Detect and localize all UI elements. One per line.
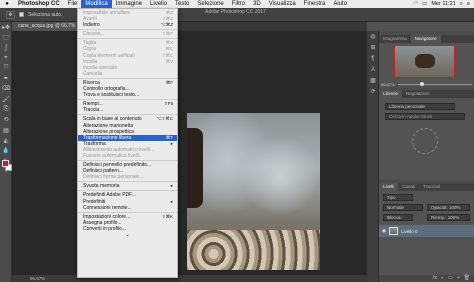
- menu-modifica[interactable]: Modifica: [81, 0, 112, 8]
- tab-channels[interactable]: Canali: [398, 183, 419, 191]
- canvas-area[interactable]: [12, 31, 367, 275]
- toolbar: ▸✥ ⬚ ʃ ⌖ ⤧ ✒ ⌫ 🖌 ⎘ ⟲ ▤ ◭ 💧 ✎ T: [0, 22, 12, 282]
- layer-thumbnail: [388, 227, 398, 235]
- search-icon[interactable]: ⌕: [460, 1, 463, 8]
- layers-panel: Livelli Canali Tracciati Tipo Normale Op…: [379, 183, 474, 282]
- menu-scroll-down-icon[interactable]: ⌄: [78, 232, 177, 238]
- navigator-thumbnail[interactable]: [394, 45, 455, 78]
- marquee-icon[interactable]: ⬚: [0, 32, 12, 42]
- menu-testo[interactable]: Testo: [171, 0, 193, 8]
- library-search-input[interactable]: Cerca in Adobe Stock: [385, 113, 465, 120]
- thumbnail-dog-shape: [415, 54, 435, 68]
- wifi-icon[interactable]: ◠: [413, 1, 418, 7]
- new-layer-icon[interactable]: +: [457, 275, 460, 282]
- menu-immagine[interactable]: Immagine: [112, 0, 146, 8]
- photo-dog-in-water[interactable]: [187, 113, 320, 270]
- menu-finestra[interactable]: Finestra: [300, 0, 330, 8]
- menu-bar: ● Photoshop CC File Modifica Immagine Li…: [0, 0, 474, 8]
- menu-3d[interactable]: 3D: [249, 0, 265, 8]
- fill-field[interactable]: Riemp.: 100%: [427, 214, 470, 221]
- menu-item-shortcut: [173, 226, 177, 232]
- eraser-icon[interactable]: ▤: [0, 125, 12, 135]
- layers-tabs: Livelli Canali Tracciati: [379, 183, 474, 191]
- document-tabs: cane_acqua.jpg @ 66,7%: [12, 22, 367, 31]
- brush-icon[interactable]: 🖌: [0, 94, 12, 104]
- fx-icon[interactable]: fx: [433, 275, 437, 282]
- properties-panel-icon[interactable]: ▦: [367, 75, 379, 86]
- character-panel-icon[interactable]: A: [367, 64, 379, 75]
- navigator-panel: Istogramma Navigatore 66,67%: [379, 35, 474, 87]
- trash-icon[interactable]: 🗑: [464, 275, 470, 282]
- menu-aiuto[interactable]: Aiuto: [329, 0, 351, 8]
- blur-icon[interactable]: 💧: [0, 146, 12, 156]
- adjustment-icon[interactable]: ◐: [441, 275, 444, 282]
- library-empty-icon: [412, 128, 438, 154]
- battery-icon[interactable]: ▭: [422, 1, 427, 7]
- menu-app[interactable]: Photoshop CC: [14, 0, 64, 8]
- layers-footer: fx ◐ ▭ + 🗑: [379, 275, 474, 282]
- crop-icon[interactable]: ⤧: [0, 63, 12, 73]
- tab-layers[interactable]: Livelli: [379, 183, 399, 191]
- auto-select-checkbox[interactable]: [19, 12, 24, 17]
- eye-icon[interactable]: ◉: [382, 228, 386, 234]
- auto-select-label: Seleziona auto.: [28, 11, 63, 18]
- status-area: ◠ ▭ Mer 11:21 ⌕ ≡: [413, 1, 474, 8]
- list-icon[interactable]: ≡: [467, 1, 470, 7]
- libraries-tabs: Librerie Regolazioni: [379, 90, 474, 98]
- history-panel-icon[interactable]: ⟳: [367, 86, 379, 97]
- lasso-icon[interactable]: ʃ: [0, 43, 12, 53]
- library-select[interactable]: Libreria personale: [385, 103, 455, 110]
- layer-kind-filter[interactable]: Tipo: [383, 194, 413, 201]
- navigator-zoom: 66,67%: [381, 81, 472, 87]
- clock[interactable]: Mer 11:21: [431, 1, 455, 7]
- menu-livello[interactable]: Livello: [146, 0, 171, 8]
- navigator-zoom-value: 66,67%: [381, 81, 395, 87]
- move-icon[interactable]: ▸✥: [0, 22, 12, 32]
- layer-row[interactable]: ◉ Livello 0: [379, 225, 474, 237]
- opacity-field[interactable]: Opacità: 100%: [427, 204, 470, 211]
- color-panel-icon[interactable]: ◍: [367, 31, 379, 42]
- menu-item[interactable]: Converti in profilo...: [78, 226, 177, 232]
- stamp-icon[interactable]: ⎘: [0, 104, 12, 114]
- menu-file[interactable]: File: [64, 0, 82, 8]
- gradient-icon[interactable]: ◭: [0, 135, 12, 145]
- group-icon[interactable]: ▭: [448, 275, 453, 282]
- panel-icon-strip: ◍ ⊞ ¶ A ▦ ⟳: [367, 31, 379, 282]
- menu-item-label: Converti in profilo...: [83, 225, 127, 232]
- zoom-slider[interactable]: [397, 81, 472, 86]
- move-tool-icon[interactable]: ✥: [6, 10, 15, 19]
- menu-visualizza[interactable]: Visualizza: [265, 0, 300, 8]
- tab-navigator[interactable]: Navigatore: [410, 35, 441, 43]
- paragraph-panel-icon[interactable]: ¶: [367, 53, 379, 64]
- healing-icon[interactable]: ⌫: [0, 84, 12, 94]
- status-bar: 66,67%: [12, 275, 367, 282]
- document-tab[interactable]: cane_acqua.jpg @ 66,7%: [12, 22, 82, 31]
- history-brush-icon[interactable]: ⟲: [0, 115, 12, 125]
- eyedropper-icon[interactable]: ✒: [0, 73, 12, 83]
- tab-paths[interactable]: Tracciati: [419, 183, 444, 191]
- tab-adjustments[interactable]: Regolazioni: [402, 90, 434, 98]
- lock-label: Blocca:: [383, 214, 413, 221]
- menu-selezione[interactable]: Selezione: [193, 0, 227, 8]
- zoom-slider-knob[interactable]: [419, 81, 424, 86]
- quick-select-icon[interactable]: ⌖: [0, 53, 12, 63]
- tab-histogram[interactable]: Istogramma: [379, 35, 411, 43]
- tab-libraries[interactable]: Librerie: [379, 90, 403, 98]
- layer-name[interactable]: Livello 0: [401, 229, 418, 234]
- edit-menu: Impossibile annullare ⌘Z Avanti ⇧⌘Z Indietro…: [77, 8, 178, 278]
- navigator-tabs: Istogramma Navigatore: [379, 35, 474, 43]
- foreground-color-swatch[interactable]: [2, 160, 9, 167]
- blend-mode-select[interactable]: Normale: [383, 204, 423, 211]
- app-title: Adobe Photoshop CC 2017: [205, 9, 266, 15]
- menu-filtro[interactable]: Filtro: [228, 0, 249, 8]
- apple-icon[interactable]: ●: [0, 1, 14, 7]
- libraries-panel: Librerie Regolazioni Libreria personale …: [379, 90, 474, 180]
- rocks-shape: [187, 230, 320, 270]
- swatches-panel-icon[interactable]: ⊞: [367, 42, 379, 53]
- dog-shape: [187, 128, 203, 208]
